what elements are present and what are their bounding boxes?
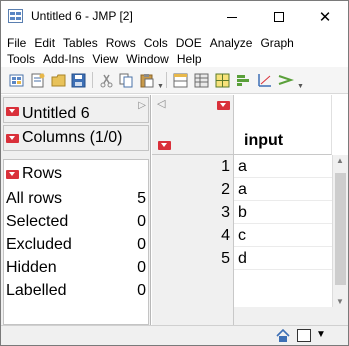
column-header[interactable]: input bbox=[234, 95, 332, 155]
menu-bar: File Edit Tables Rows Cols DOE Analyze G… bbox=[1, 33, 348, 67]
window-title: Untitled 6 - JMP [2] bbox=[31, 9, 133, 23]
scroll-thumb[interactable] bbox=[335, 173, 346, 285]
stat-value: 0 bbox=[137, 259, 146, 276]
stat-label: Excluded bbox=[6, 236, 72, 253]
collapse-left-icon[interactable]: ◁ bbox=[157, 97, 165, 110]
stat-label: Hidden bbox=[6, 259, 57, 276]
menu-tools[interactable]: Tools bbox=[1, 52, 39, 66]
minimize-button[interactable] bbox=[209, 1, 255, 33]
table-cell[interactable]: c bbox=[234, 224, 332, 247]
row-number[interactable]: 4 bbox=[152, 224, 234, 247]
maximize-button[interactable] bbox=[256, 1, 302, 33]
paste-icon[interactable] bbox=[138, 72, 155, 88]
rows-stat-excluded: Excluded 0 bbox=[6, 236, 146, 258]
row-number[interactable]: 5 bbox=[152, 247, 234, 270]
open-icon[interactable] bbox=[50, 72, 67, 88]
red-triangle-menu-icon[interactable] bbox=[6, 170, 19, 179]
scroll-up-icon[interactable]: ▲ bbox=[336, 156, 344, 165]
menu-tables[interactable]: Tables bbox=[59, 36, 102, 50]
table-cell[interactable]: a bbox=[234, 178, 332, 201]
minimize-icon bbox=[227, 16, 237, 18]
rows-stat-all: All rows 5 bbox=[6, 190, 146, 212]
grid-corner[interactable]: ◁ bbox=[152, 95, 234, 155]
menu-edit[interactable]: Edit bbox=[30, 36, 59, 50]
jmp-window: Untitled 6 - JMP [2] ✕ File Edit Tables … bbox=[0, 0, 349, 346]
horizontal-scroll-area[interactable] bbox=[234, 307, 348, 325]
status-dropdown-icon[interactable]: ▼ bbox=[316, 329, 326, 340]
red-triangle-menu-icon[interactable] bbox=[6, 107, 19, 116]
red-triangle-menu-icon[interactable] bbox=[217, 101, 230, 110]
maximize-icon bbox=[274, 12, 284, 22]
new-table-icon[interactable] bbox=[8, 72, 25, 88]
grid-icon[interactable] bbox=[214, 72, 231, 88]
row-number-filler bbox=[152, 270, 234, 325]
column-name: input bbox=[244, 132, 284, 149]
menu-graph[interactable]: Graph bbox=[256, 36, 297, 50]
row-number[interactable]: 1 bbox=[152, 155, 234, 178]
menu-rows[interactable]: Rows bbox=[102, 36, 140, 50]
menu-analyze[interactable]: Analyze bbox=[206, 36, 257, 50]
vertical-scrollbar[interactable]: ▲ ▼ bbox=[332, 155, 348, 307]
stat-value: 0 bbox=[137, 236, 146, 253]
close-button[interactable]: ✕ bbox=[302, 1, 348, 33]
cut-icon[interactable] bbox=[98, 72, 115, 88]
window-list-icon[interactable] bbox=[297, 329, 311, 342]
fit-icon[interactable] bbox=[256, 72, 273, 88]
data-grid: ◁ input 1 a 2 a 3 b 4 c 5 d ▲ ▼ bbox=[152, 95, 348, 325]
rows-title: Rows bbox=[22, 165, 63, 182]
left-panels: Untitled 6 ▷ Columns (1/0) Rows All rows… bbox=[1, 95, 151, 325]
stat-label: Labelled bbox=[6, 282, 67, 299]
stat-label: Selected bbox=[6, 213, 69, 230]
table-cell[interactable]: a bbox=[234, 155, 332, 178]
table-name: Untitled 6 bbox=[22, 105, 90, 122]
toolbar-separator bbox=[166, 72, 167, 88]
table-cell[interactable]: b bbox=[234, 201, 332, 224]
toolbar-dropdown-icon[interactable]: ▼ bbox=[297, 83, 304, 90]
menu-cols[interactable]: Cols bbox=[140, 36, 172, 50]
jmp-table-icon bbox=[8, 9, 23, 23]
row-number[interactable]: 3 bbox=[152, 201, 234, 224]
collapse-arrow-icon[interactable]: ▷ bbox=[138, 100, 146, 111]
menu-view[interactable]: View bbox=[88, 52, 122, 66]
toolbar: ▼ ▼ bbox=[1, 67, 348, 94]
rows-panel: Rows All rows 5 Selected 0 Excluded 0 Hi… bbox=[3, 159, 149, 325]
title-bar: Untitled 6 - JMP [2] ✕ bbox=[1, 1, 348, 33]
scroll-down-icon[interactable]: ▼ bbox=[336, 297, 344, 306]
red-triangle-menu-icon[interactable] bbox=[6, 134, 19, 143]
scatter-icon[interactable] bbox=[277, 72, 294, 88]
status-bar: ▼ bbox=[1, 325, 348, 345]
table-icon[interactable] bbox=[193, 72, 210, 88]
menu-add-ins[interactable]: Add-Ins bbox=[39, 52, 88, 66]
menu-file[interactable]: File bbox=[1, 36, 30, 50]
stat-value: 5 bbox=[137, 190, 146, 207]
menu-row-1: File Edit Tables Rows Cols DOE Analyze G… bbox=[1, 34, 298, 51]
copy-icon[interactable] bbox=[118, 72, 135, 88]
new-script-icon[interactable] bbox=[29, 72, 46, 88]
table-cell[interactable]: d bbox=[234, 247, 332, 270]
paste-dropdown-icon[interactable]: ▼ bbox=[157, 83, 164, 90]
save-icon[interactable] bbox=[70, 72, 87, 88]
menu-row-2: Tools Add-Ins View Window Help bbox=[1, 50, 206, 67]
menu-doe[interactable]: DOE bbox=[172, 36, 206, 50]
columns-panel-header[interactable]: Columns (1/0) bbox=[3, 125, 149, 151]
rows-stat-labelled: Labelled 0 bbox=[6, 282, 146, 304]
stat-value: 0 bbox=[137, 213, 146, 230]
menu-help[interactable]: Help bbox=[173, 52, 206, 66]
stat-value: 0 bbox=[137, 282, 146, 299]
table-panel-header[interactable]: Untitled 6 ▷ bbox=[3, 97, 149, 123]
rows-stat-hidden: Hidden 0 bbox=[6, 259, 146, 281]
red-triangle-menu-icon[interactable] bbox=[158, 141, 171, 150]
layout-icon[interactable] bbox=[172, 72, 189, 88]
rows-stat-selected: Selected 0 bbox=[6, 213, 146, 235]
home-icon[interactable] bbox=[276, 328, 290, 345]
toolbar-separator bbox=[92, 72, 93, 88]
menu-window[interactable]: Window bbox=[122, 52, 173, 66]
stat-label: All rows bbox=[6, 190, 63, 207]
bar-chart-icon[interactable] bbox=[235, 72, 252, 88]
row-number[interactable]: 2 bbox=[152, 178, 234, 201]
columns-title: Columns (1/0) bbox=[22, 129, 123, 146]
close-icon: ✕ bbox=[318, 9, 332, 26]
